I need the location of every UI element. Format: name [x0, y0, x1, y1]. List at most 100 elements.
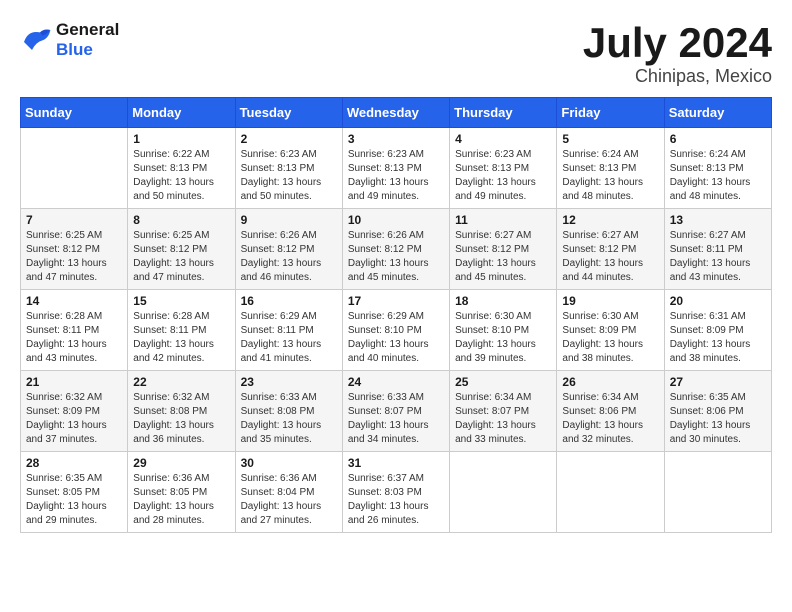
- calendar-cell: [557, 452, 664, 533]
- week-row-2: 7 Sunrise: 6:25 AM Sunset: 8:12 PM Daylig…: [21, 209, 772, 290]
- day-info: Sunrise: 6:30 AM Sunset: 8:10 PM Dayligh…: [455, 310, 551, 366]
- calendar-cell: 18 Sunrise: 6:30 AM Sunset: 8:10 PM Dayli…: [450, 290, 557, 371]
- calendar-cell: 17 Sunrise: 6:29 AM Sunset: 8:10 PM Dayli…: [342, 290, 449, 371]
- day-info: Sunrise: 6:34 AM Sunset: 8:07 PM Dayligh…: [455, 391, 551, 447]
- calendar-cell: 15Sunrise: 6:28 AM Sunset: 8:11 PM Dayli…: [128, 290, 235, 371]
- calendar-cell: 9Sunrise: 6:26 AM Sunset: 8:12 PM Daylig…: [235, 209, 342, 290]
- calendar-cell: 29 Sunrise: 6:36 AM Sunset: 8:05 PM Dayli…: [128, 452, 235, 533]
- calendar-cell: [450, 452, 557, 533]
- day-info: Sunrise: 6:28 AM Sunset: 8:11 PM Dayligh…: [133, 310, 229, 366]
- day-number: 27: [670, 375, 766, 389]
- day-number: 4: [455, 132, 551, 146]
- day-number: 25: [455, 375, 551, 389]
- location-title: Chinipas, Mexico: [583, 66, 772, 87]
- calendar-cell: 11 Sunrise: 6:27 AM Sunset: 8:12 PM Dayli…: [450, 209, 557, 290]
- logo-icon: [20, 26, 52, 54]
- day-number: 5: [562, 132, 658, 146]
- day-info: Sunrise: 6:29 AM Sunset: 8:11 PM Dayligh…: [241, 310, 337, 366]
- calendar-cell: [664, 452, 771, 533]
- calendar-table: SundayMondayTuesdayWednesdayThursdayFrid…: [20, 97, 772, 533]
- day-number: 19: [562, 294, 658, 308]
- day-number: 16: [241, 294, 337, 308]
- calendar-cell: 21 Sunrise: 6:32 AM Sunset: 8:09 PM Dayli…: [21, 371, 128, 452]
- day-info: Sunrise: 6:23 AM Sunset: 8:13 PM Dayligh…: [348, 148, 444, 204]
- day-number: 11: [455, 213, 551, 227]
- week-row-4: 21 Sunrise: 6:32 AM Sunset: 8:09 PM Dayli…: [21, 371, 772, 452]
- day-number: 14: [26, 294, 122, 308]
- calendar-cell: 16 Sunrise: 6:29 AM Sunset: 8:11 PM Dayli…: [235, 290, 342, 371]
- calendar-cell: 3 Sunrise: 6:23 AM Sunset: 8:13 PM Daylig…: [342, 128, 449, 209]
- calendar-cell: 26 Sunrise: 6:34 AM Sunset: 8:06 PM Dayli…: [557, 371, 664, 452]
- day-number: 26: [562, 375, 658, 389]
- calendar-cell: 14Sunrise: 6:28 AM Sunset: 8:11 PM Dayli…: [21, 290, 128, 371]
- day-info: Sunrise: 6:27 AM Sunset: 8:12 PM Dayligh…: [455, 229, 551, 285]
- day-number: 23: [241, 375, 337, 389]
- day-info: Sunrise: 6:37 AM Sunset: 8:03 PM Dayligh…: [348, 472, 444, 528]
- calendar-cell: 25 Sunrise: 6:34 AM Sunset: 8:07 PM Dayli…: [450, 371, 557, 452]
- day-number: 6: [670, 132, 766, 146]
- day-info: Sunrise: 6:35 AM Sunset: 8:05 PM Dayligh…: [26, 472, 122, 528]
- header-tuesday: Tuesday: [235, 98, 342, 128]
- header-saturday: Saturday: [664, 98, 771, 128]
- calendar-cell: 8 Sunrise: 6:25 AM Sunset: 8:12 PM Daylig…: [128, 209, 235, 290]
- calendar-cell: 30 Sunrise: 6:36 AM Sunset: 8:04 PM Dayli…: [235, 452, 342, 533]
- title-block: July 2024 Chinipas, Mexico: [583, 20, 772, 87]
- day-info: Sunrise: 6:33 AM Sunset: 8:07 PM Dayligh…: [348, 391, 444, 447]
- day-number: 17: [348, 294, 444, 308]
- day-number: 18: [455, 294, 551, 308]
- header-wednesday: Wednesday: [342, 98, 449, 128]
- calendar-cell: 10 Sunrise: 6:26 AM Sunset: 8:12 PM Dayli…: [342, 209, 449, 290]
- week-row-5: 28 Sunrise: 6:35 AM Sunset: 8:05 PM Dayli…: [21, 452, 772, 533]
- day-info: Sunrise: 6:24 AM Sunset: 8:13 PM Dayligh…: [670, 148, 766, 204]
- day-number: 28: [26, 456, 122, 470]
- day-number: 2: [241, 132, 337, 146]
- day-number: 31: [348, 456, 444, 470]
- calendar-cell: 23Sunrise: 6:33 AM Sunset: 8:08 PM Dayli…: [235, 371, 342, 452]
- calendar-cell: 1Sunrise: 6:22 AM Sunset: 8:13 PM Daylig…: [128, 128, 235, 209]
- header-monday: Monday: [128, 98, 235, 128]
- day-info: Sunrise: 6:36 AM Sunset: 8:05 PM Dayligh…: [133, 472, 229, 528]
- calendar-cell: 2 Sunrise: 6:23 AM Sunset: 8:13 PM Daylig…: [235, 128, 342, 209]
- day-number: 3: [348, 132, 444, 146]
- day-info: Sunrise: 6:29 AM Sunset: 8:10 PM Dayligh…: [348, 310, 444, 366]
- calendar-cell: 28 Sunrise: 6:35 AM Sunset: 8:05 PM Dayli…: [21, 452, 128, 533]
- calendar-cell: 22Sunrise: 6:32 AM Sunset: 8:08 PM Dayli…: [128, 371, 235, 452]
- day-info: Sunrise: 6:27 AM Sunset: 8:11 PM Dayligh…: [670, 229, 766, 285]
- day-number: 12: [562, 213, 658, 227]
- header-thursday: Thursday: [450, 98, 557, 128]
- day-info: Sunrise: 6:23 AM Sunset: 8:13 PM Dayligh…: [455, 148, 551, 204]
- day-number: 21: [26, 375, 122, 389]
- day-number: 30: [241, 456, 337, 470]
- calendar-cell: 12 Sunrise: 6:27 AM Sunset: 8:12 PM Dayli…: [557, 209, 664, 290]
- day-number: 8: [133, 213, 229, 227]
- day-number: 13: [670, 213, 766, 227]
- calendar-cell: 20Sunrise: 6:31 AM Sunset: 8:09 PM Dayli…: [664, 290, 771, 371]
- calendar-cell: 19Sunrise: 6:30 AM Sunset: 8:09 PM Dayli…: [557, 290, 664, 371]
- calendar-cell: 6 Sunrise: 6:24 AM Sunset: 8:13 PM Daylig…: [664, 128, 771, 209]
- day-number: 7: [26, 213, 122, 227]
- day-info: Sunrise: 6:25 AM Sunset: 8:12 PM Dayligh…: [26, 229, 122, 285]
- calendar-cell: 24Sunrise: 6:33 AM Sunset: 8:07 PM Dayli…: [342, 371, 449, 452]
- day-number: 9: [241, 213, 337, 227]
- day-info: Sunrise: 6:25 AM Sunset: 8:12 PM Dayligh…: [133, 229, 229, 285]
- page-header: General Blue July 2024 Chinipas, Mexico: [20, 20, 772, 87]
- month-title: July 2024: [583, 20, 772, 66]
- header-row: SundayMondayTuesdayWednesdayThursdayFrid…: [21, 98, 772, 128]
- day-info: Sunrise: 6:36 AM Sunset: 8:04 PM Dayligh…: [241, 472, 337, 528]
- calendar-cell: 31 Sunrise: 6:37 AM Sunset: 8:03 PM Dayli…: [342, 452, 449, 533]
- calendar-cell: 4 Sunrise: 6:23 AM Sunset: 8:13 PM Daylig…: [450, 128, 557, 209]
- day-number: 29: [133, 456, 229, 470]
- day-info: Sunrise: 6:27 AM Sunset: 8:12 PM Dayligh…: [562, 229, 658, 285]
- calendar-cell: 13 Sunrise: 6:27 AM Sunset: 8:11 PM Dayli…: [664, 209, 771, 290]
- day-info: Sunrise: 6:31 AM Sunset: 8:09 PM Dayligh…: [670, 310, 766, 366]
- logo-text: General Blue: [56, 20, 119, 60]
- calendar-cell: 5Sunrise: 6:24 AM Sunset: 8:13 PM Daylig…: [557, 128, 664, 209]
- day-info: Sunrise: 6:32 AM Sunset: 8:09 PM Dayligh…: [26, 391, 122, 447]
- calendar-cell: [21, 128, 128, 209]
- week-row-1: 1Sunrise: 6:22 AM Sunset: 8:13 PM Daylig…: [21, 128, 772, 209]
- day-number: 10: [348, 213, 444, 227]
- day-number: 1: [133, 132, 229, 146]
- day-info: Sunrise: 6:23 AM Sunset: 8:13 PM Dayligh…: [241, 148, 337, 204]
- day-info: Sunrise: 6:26 AM Sunset: 8:12 PM Dayligh…: [348, 229, 444, 285]
- day-info: Sunrise: 6:34 AM Sunset: 8:06 PM Dayligh…: [562, 391, 658, 447]
